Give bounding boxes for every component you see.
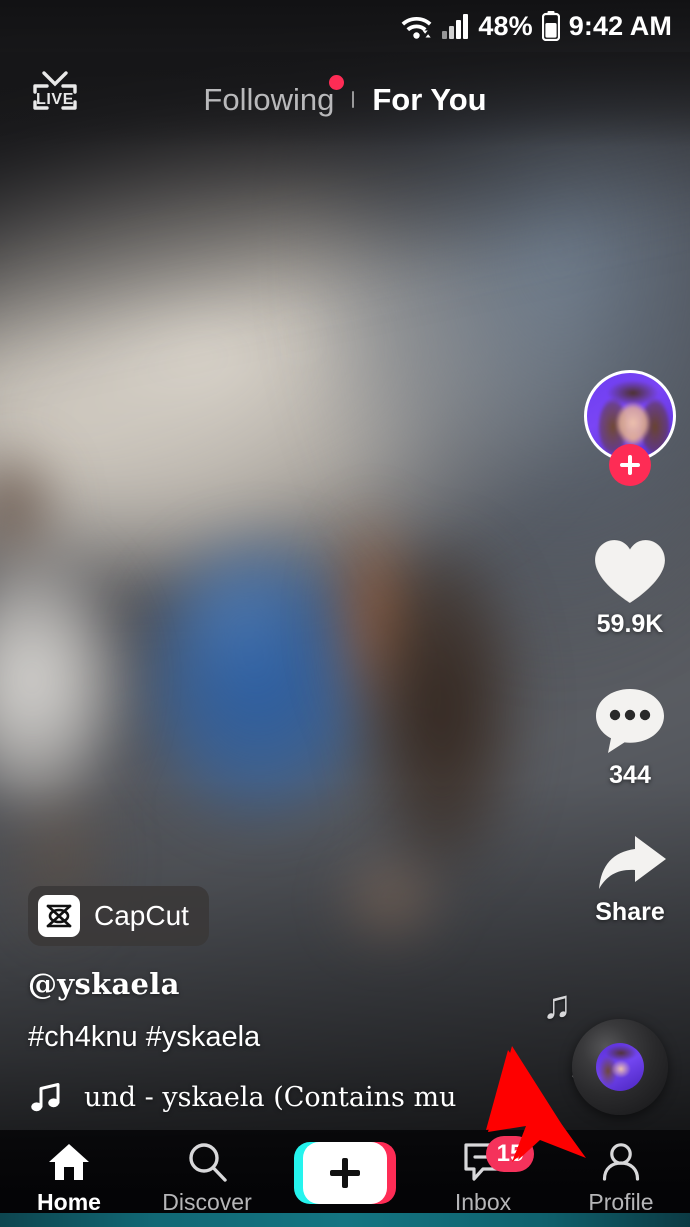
comment-count: 344 xyxy=(609,761,651,789)
wifi-icon xyxy=(402,16,432,39)
music-ticker[interactable]: und - yskaela (Contains mu xyxy=(28,1079,498,1115)
share-button[interactable]: Share xyxy=(590,832,670,925)
live-tv-icon: LIVE xyxy=(33,71,77,110)
svg-text:LIVE: LIVE xyxy=(36,91,74,108)
share-arrow-icon xyxy=(599,836,666,889)
music-note-icon xyxy=(31,1083,60,1112)
share-label: Share xyxy=(595,898,665,926)
search-icon xyxy=(186,1140,228,1184)
nav-item-discover[interactable]: Discover xyxy=(138,1140,276,1214)
nav-item-create[interactable] xyxy=(276,1140,414,1204)
capcut-icon xyxy=(38,895,80,938)
video-info: CapCut @yskaela #ch4knu #yskaela und - y… xyxy=(28,886,498,1115)
clock: 9:42 AM xyxy=(568,10,672,41)
top-navigation-bar: LIVE Following For You xyxy=(0,52,690,147)
person-icon xyxy=(600,1140,642,1184)
tab-for-you[interactable]: For You xyxy=(358,84,500,115)
nav-label-inbox: Inbox xyxy=(454,1189,512,1215)
heart-icon xyxy=(594,539,666,604)
music-disc[interactable] xyxy=(572,1019,668,1115)
bottom-navigation-bar: Home Discover 15 Inbox Profile xyxy=(0,1130,690,1227)
nav-item-inbox[interactable]: 15 Inbox xyxy=(414,1136,552,1215)
tab-for-you-label: For You xyxy=(372,82,487,117)
live-button[interactable]: LIVE xyxy=(26,68,84,126)
create-plus-icon[interactable] xyxy=(294,1142,396,1204)
follow-button[interactable] xyxy=(609,444,651,486)
music-title: und - yskaela (Contains mu xyxy=(84,1081,457,1113)
music-note-particle-icon: ♫ xyxy=(542,983,572,1027)
feed-tabs: Following For You xyxy=(0,75,690,117)
battery-percent: 48% xyxy=(478,10,533,41)
inbox-badge: 15 xyxy=(486,1136,534,1172)
like-count: 59.9K xyxy=(596,610,664,638)
following-notification-dot xyxy=(329,75,345,90)
comment-button[interactable]: 344 xyxy=(592,685,668,788)
nav-label-discover: Discover xyxy=(162,1189,252,1215)
tab-following-label: Following xyxy=(203,82,335,117)
video-caption[interactable]: #ch4knu #yskaela xyxy=(28,1021,498,1055)
capcut-label: CapCut xyxy=(94,900,189,932)
creator-handle[interactable]: @yskaela xyxy=(28,970,498,999)
signal-icon xyxy=(442,13,469,39)
action-rail: 59.9K 344 Share xyxy=(570,370,690,925)
home-icon xyxy=(47,1140,91,1184)
nav-label-home: Home xyxy=(37,1189,101,1215)
comment-icon xyxy=(596,689,664,753)
nav-item-profile[interactable]: Profile xyxy=(552,1140,690,1214)
battery-icon xyxy=(541,11,560,41)
status-bar: 48% 9:42 AM xyxy=(0,0,690,52)
capcut-badge[interactable]: CapCut xyxy=(28,886,209,947)
nav-item-home[interactable]: Home xyxy=(0,1140,138,1214)
tab-following[interactable]: Following xyxy=(189,75,348,117)
like-button[interactable]: 59.9K xyxy=(591,536,669,637)
album-art xyxy=(596,1043,644,1091)
tiktok-app-screen: 48% 9:42 AM LIVE Following For You 59.9K… xyxy=(0,0,690,1227)
tab-separator xyxy=(352,91,355,108)
nav-label-profile: Profile xyxy=(588,1189,654,1215)
creator-avatar-group[interactable] xyxy=(584,370,676,488)
